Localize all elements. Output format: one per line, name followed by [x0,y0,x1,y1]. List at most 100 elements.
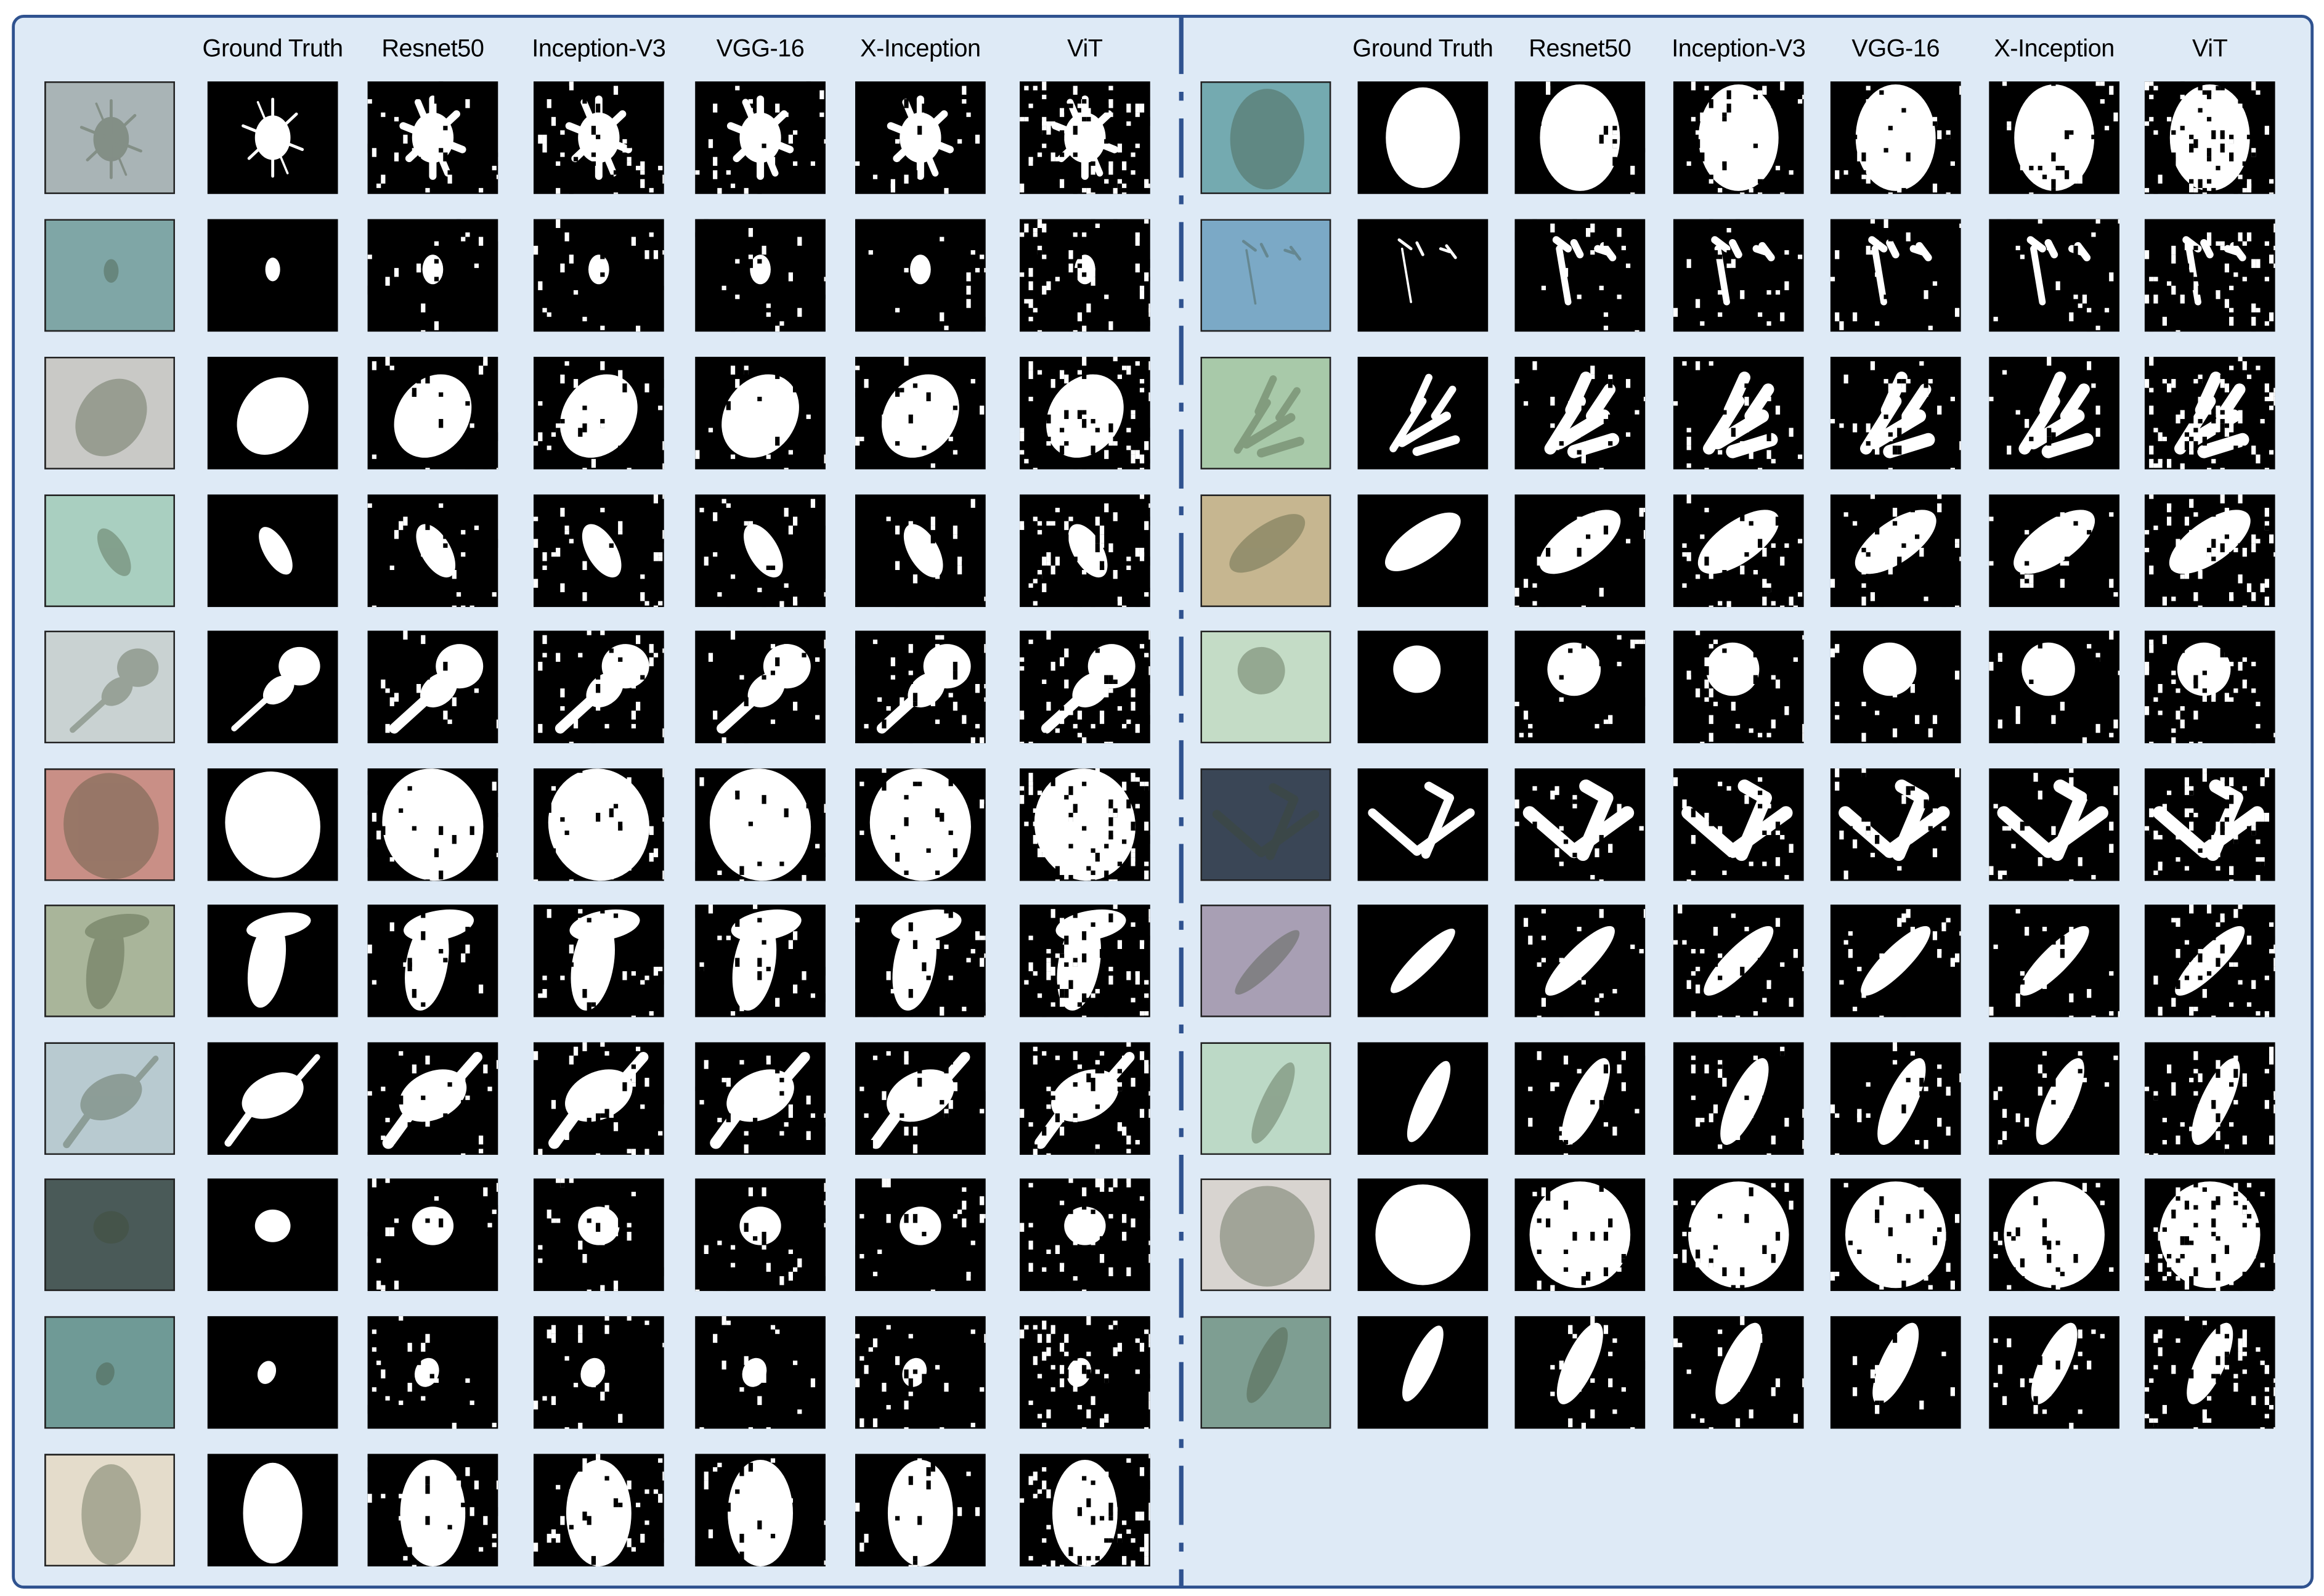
ground-truth-mask [1357,768,1489,881]
inception-v3-mask [534,494,664,608]
column-header-vgg-16: VGG-16 [716,35,805,62]
x-inception-mask [855,1454,986,1566]
input-image [44,1042,175,1155]
ground-truth-mask [1357,1042,1489,1155]
column-header-vit: ViT [2192,35,2228,62]
ground-truth-mask [1357,630,1489,744]
input-image [44,81,175,194]
x-inception-mask [855,219,986,332]
input-image [1200,904,1331,1017]
x-inception-mask [1989,1042,2120,1155]
vit-mask [1020,1178,1150,1292]
vgg-16-mask [695,630,826,744]
inception-v3-mask [1673,494,1804,608]
vgg-16-mask [1830,1316,1961,1429]
input-image [1200,1316,1331,1429]
vgg-16-mask [695,1042,826,1155]
input-image [44,768,175,881]
column-header-vit: ViT [1067,35,1103,62]
inception-v3-mask [534,630,664,744]
vit-mask [2144,1178,2275,1292]
vit-mask [1020,1042,1150,1155]
vgg-16-mask [1830,1042,1961,1155]
ground-truth-mask [1357,494,1489,608]
x-inception-mask [855,81,986,194]
input-image [44,630,175,744]
x-inception-mask [1989,494,2120,608]
figure-frame [12,15,2314,1589]
vgg-16-mask [695,81,826,194]
vit-mask [1020,1454,1150,1566]
ground-truth-mask [207,494,338,608]
vgg-16-mask [1830,630,1961,744]
figure: Ground Truth Resnet50 Inception-V3 VGG-16 X-… [0,0,2324,1596]
vgg-16-mask [1830,219,1961,332]
column-header-resnet50: Resnet50 [1529,35,1631,62]
ground-truth-mask [1357,81,1489,194]
x-inception-mask [855,768,986,881]
ground-truth-mask [207,357,338,470]
x-inception-mask [1989,768,2120,881]
vgg-16-mask [1830,1178,1961,1292]
vgg-16-mask [1830,494,1961,608]
resnet50-mask [367,219,498,332]
resnet50-mask [1514,81,1646,194]
ground-truth-mask [1357,219,1489,332]
vgg-16-mask [695,1178,826,1292]
column-header-x-inception: X-Inception [1994,35,2115,62]
vit-mask [2144,630,2275,744]
x-inception-mask [1989,81,2120,194]
ground-truth-mask [207,81,338,194]
input-image [44,904,175,1017]
x-inception-mask [855,1042,986,1155]
vit-mask [2144,1042,2275,1155]
resnet50-mask [367,904,498,1017]
column-header-ground-truth: Ground Truth [1352,35,1493,62]
resnet50-mask [1514,768,1646,881]
vgg-16-mask [695,494,826,608]
column-header-ground-truth: Ground Truth [202,35,344,62]
column-header-inception-v3: Inception-V3 [1672,35,1806,62]
ground-truth-mask [207,768,338,881]
vit-mask [1020,630,1150,744]
input-image [1200,219,1331,332]
vgg-16-mask [1830,904,1961,1017]
input-image [44,1178,175,1292]
inception-v3-mask [534,81,664,194]
x-inception-mask [855,494,986,608]
vgg-16-mask [695,357,826,470]
resnet50-mask [367,357,498,470]
ground-truth-mask [207,219,338,332]
resnet50-mask [1514,630,1646,744]
vit-mask [2144,494,2275,608]
resnet50-mask [367,1316,498,1429]
x-inception-mask [1989,1316,2120,1429]
resnet50-mask [1514,1178,1646,1292]
ground-truth-mask [1357,1316,1489,1429]
panel-divider [1179,15,1184,1587]
vgg-16-mask [1830,357,1961,470]
vgg-16-mask [695,768,826,881]
ground-truth-mask [207,1454,338,1566]
resnet50-mask [367,630,498,744]
resnet50-mask [1514,1042,1646,1155]
resnet50-mask [367,81,498,194]
resnet50-mask [1514,494,1646,608]
ground-truth-mask [207,630,338,744]
vgg-16-mask [1830,768,1961,881]
x-inception-mask [1989,904,2120,1017]
input-image [1200,1042,1331,1155]
vit-mask [1020,81,1150,194]
vit-mask [1020,1316,1150,1429]
input-image [44,219,175,332]
vit-mask [1020,494,1150,608]
ground-truth-mask [1357,904,1489,1017]
x-inception-mask [855,357,986,470]
vit-mask [1020,219,1150,332]
vgg-16-mask [695,1316,826,1429]
inception-v3-mask [534,1316,664,1429]
resnet50-mask [367,1178,498,1292]
inception-v3-mask [534,1454,664,1566]
inception-v3-mask [1673,1178,1804,1292]
column-header-inception-v3: Inception-V3 [532,35,666,62]
